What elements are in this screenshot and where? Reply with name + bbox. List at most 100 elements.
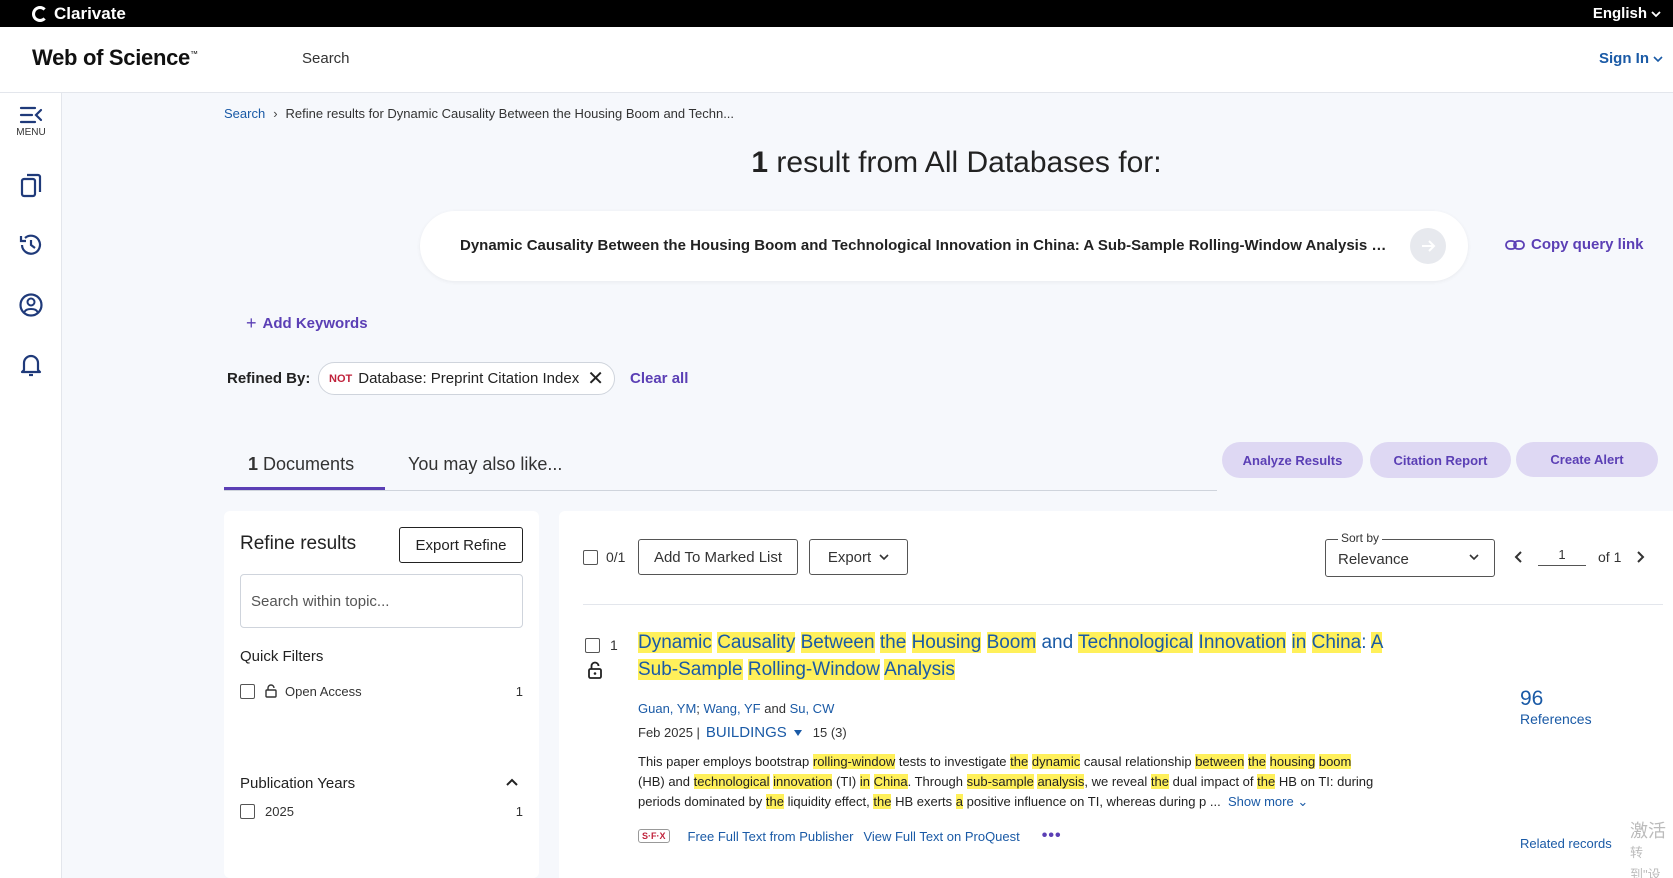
open-access-count: 1 bbox=[515, 683, 523, 699]
caret-down-icon[interactable] bbox=[793, 729, 803, 737]
sort-by-value: Relevance bbox=[1338, 551, 1409, 568]
documents-count: 1 bbox=[248, 454, 259, 474]
show-more-link[interactable]: Show more ⌄ bbox=[1228, 794, 1308, 809]
refine-title: Refine results bbox=[240, 533, 357, 554]
related-records-link[interactable]: Related records bbox=[1520, 836, 1612, 851]
create-alert-button[interactable]: Create Alert bbox=[1516, 442, 1658, 477]
refine-panel: Refine results Export Refine Quick Filte… bbox=[224, 511, 539, 878]
sort-by-select[interactable]: Sort by Relevance bbox=[1325, 531, 1495, 577]
clear-all-link[interactable]: Clear all bbox=[630, 370, 688, 387]
brand-text: Web of Science bbox=[32, 45, 190, 70]
chevron-up-icon[interactable] bbox=[505, 775, 519, 789]
search-within-topic-input[interactable] bbox=[240, 574, 523, 628]
publication-years-heading: Publication Years bbox=[240, 775, 356, 792]
proquest-link[interactable]: View Full Text on ProQuest bbox=[863, 829, 1019, 844]
language-selector[interactable]: English bbox=[1593, 0, 1661, 27]
breadcrumb-search-link[interactable]: Search bbox=[224, 106, 265, 121]
record-select[interactable]: 1 bbox=[585, 637, 618, 653]
references-label: References bbox=[1520, 711, 1592, 727]
record-checkbox[interactable] bbox=[585, 637, 600, 653]
open-access-label: Open Access bbox=[285, 683, 362, 699]
query-box: Dynamic Causality Between the Housing Bo… bbox=[420, 211, 1468, 281]
history-icon bbox=[19, 234, 42, 255]
left-rail: MENU bbox=[0, 93, 62, 878]
history-button[interactable] bbox=[0, 232, 62, 258]
tab-documents[interactable]: 1 Documents bbox=[248, 454, 354, 475]
page-number-input[interactable]: 1 bbox=[1538, 547, 1586, 566]
web-of-science-logo[interactable]: Web of Science™ bbox=[32, 45, 198, 71]
clarivate-topbar: Clarivate English bbox=[0, 0, 1673, 27]
chevron-right-icon[interactable] bbox=[1633, 550, 1647, 564]
references-count: 96 bbox=[1520, 687, 1544, 710]
filter-chip: NOT Database: Preprint Citation Index ✕ bbox=[318, 362, 615, 395]
author-link[interactable]: Su, CW bbox=[790, 701, 835, 716]
close-icon[interactable]: ✕ bbox=[587, 369, 604, 389]
profile-button[interactable] bbox=[0, 292, 62, 318]
toolbar-divider bbox=[583, 604, 1663, 605]
nav-search-link[interactable]: Search bbox=[302, 50, 350, 67]
copy-query-link-label: Copy query link bbox=[1531, 236, 1644, 253]
record-source: Feb 2025 | BUILDINGS 15 (3) bbox=[638, 724, 847, 741]
author-link[interactable]: Guan, YM bbox=[638, 701, 696, 716]
sort-by-label: Sort by bbox=[1338, 531, 1383, 545]
user-icon bbox=[19, 293, 43, 317]
analyze-results-button[interactable]: Analyze Results bbox=[1222, 442, 1363, 478]
results-count: 1 bbox=[751, 146, 769, 179]
breadcrumb-current: Refine results for Dynamic Causality Bet… bbox=[285, 106, 735, 121]
chevron-down-icon bbox=[1469, 554, 1479, 561]
refined-by-label: Refined By: bbox=[227, 370, 311, 387]
sign-in-button[interactable]: Sign In bbox=[1599, 50, 1663, 67]
references-link[interactable]: 96 References bbox=[1520, 687, 1592, 727]
bell-icon bbox=[20, 354, 42, 377]
clarivate-logo[interactable]: Clarivate bbox=[32, 0, 126, 27]
open-access-filter[interactable]: Open Access 1 bbox=[240, 681, 523, 701]
add-keywords-button[interactable]: + Add Keywords bbox=[246, 313, 368, 334]
sfx-icon[interactable]: S·F·X bbox=[638, 829, 670, 843]
alerts-button[interactable] bbox=[0, 352, 62, 378]
export-button[interactable]: Export bbox=[809, 539, 908, 575]
clarivate-logo-icon bbox=[32, 5, 48, 22]
arrow-right-icon bbox=[1422, 240, 1436, 252]
watermark-line1: 激活 bbox=[1630, 821, 1666, 841]
active-tab-indicator bbox=[224, 487, 385, 490]
watermark-line2: 转到"设 bbox=[1630, 845, 1661, 878]
menu-button[interactable]: MENU bbox=[0, 105, 62, 138]
record-authors: Guan, YM; Wang, YF and Su, CW bbox=[638, 701, 835, 716]
select-all-checkbox[interactable] bbox=[583, 549, 598, 565]
tabs-divider bbox=[224, 490, 1217, 491]
pagination: 1 of 1 bbox=[1512, 547, 1647, 566]
add-to-marked-list-button[interactable]: Add To Marked List bbox=[638, 539, 798, 575]
record-links: S·F·X Free Full Text from Publisher View… bbox=[638, 827, 1062, 845]
citation-report-button[interactable]: Citation Report bbox=[1370, 442, 1511, 478]
year-2025-checkbox[interactable] bbox=[240, 803, 255, 819]
open-access-lock-icon bbox=[588, 661, 602, 679]
journal-link[interactable]: BUILDINGS bbox=[706, 724, 787, 741]
selected-count: 0/1 bbox=[606, 549, 626, 565]
open-access-checkbox[interactable] bbox=[240, 683, 255, 699]
free-full-text-link[interactable]: Free Full Text from Publisher bbox=[688, 829, 854, 844]
year-2025-filter[interactable]: 2025 1 bbox=[240, 801, 523, 821]
authors-and: and bbox=[764, 701, 786, 716]
year-2025-count: 1 bbox=[515, 803, 523, 819]
record-date: Feb 2025 | bbox=[638, 725, 700, 740]
not-badge: NOT bbox=[329, 372, 353, 385]
plus-icon: + bbox=[246, 313, 257, 333]
select-all[interactable]: 0/1 bbox=[583, 549, 625, 565]
year-2025-label: 2025 bbox=[265, 803, 294, 819]
chevron-down-icon bbox=[1651, 10, 1661, 17]
tab-you-may-also-like[interactable]: You may also like... bbox=[408, 454, 562, 475]
menu-label: MENU bbox=[16, 127, 46, 138]
export-refine-button[interactable]: Export Refine bbox=[399, 527, 523, 563]
activation-watermark: 激活 转到"设 bbox=[1630, 820, 1673, 878]
author-link[interactable]: Wang, YF bbox=[704, 701, 761, 716]
app-header: Web of Science™ Search Sign In bbox=[0, 27, 1673, 93]
results-headline: 1 result from All Databases for: bbox=[0, 146, 1673, 180]
copy-query-link[interactable]: Copy query link bbox=[1505, 236, 1644, 253]
quick-filters-heading: Quick Filters bbox=[240, 648, 324, 665]
run-query-button[interactable] bbox=[1410, 228, 1446, 264]
chevron-left-icon[interactable] bbox=[1512, 550, 1526, 564]
query-text[interactable]: Dynamic Causality Between the Housing Bo… bbox=[460, 237, 1390, 254]
record-title-link[interactable]: Dynamic Causality Between the Housing Bo… bbox=[638, 629, 1398, 683]
add-keywords-label: Add Keywords bbox=[262, 315, 368, 332]
more-options-icon[interactable]: ••• bbox=[1042, 827, 1062, 845]
